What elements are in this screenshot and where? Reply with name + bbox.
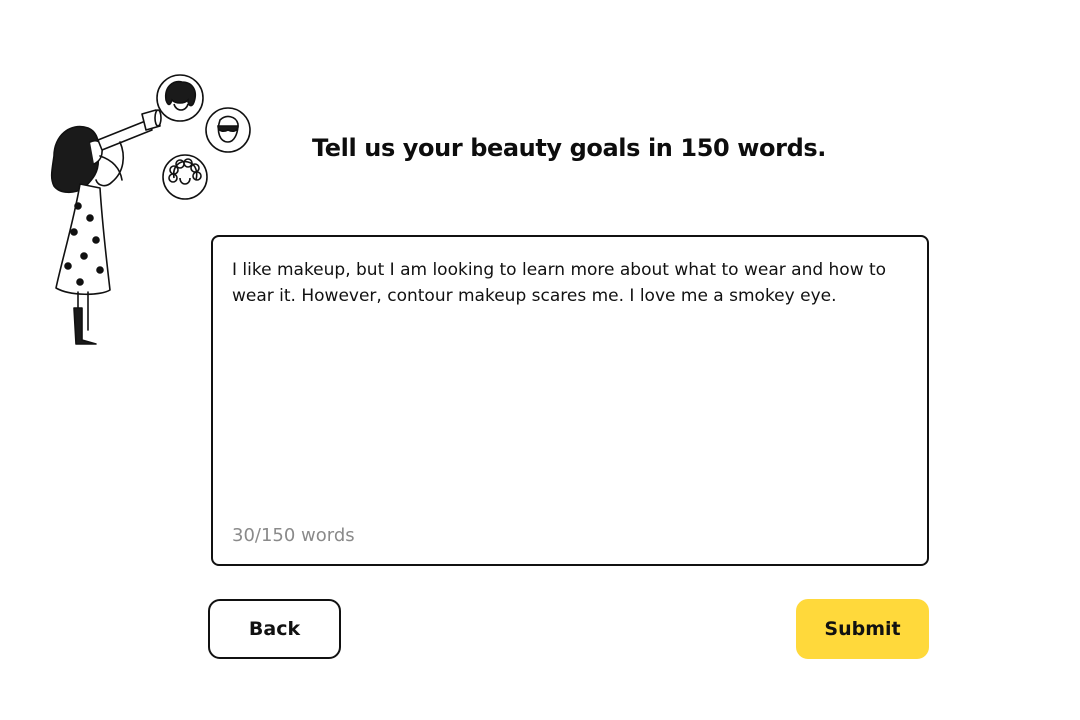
page-title: Tell us your beauty goals in 150 words.	[312, 134, 826, 162]
word-count: 30/150 words	[232, 525, 355, 546]
woman-with-telescope-icon	[50, 109, 162, 345]
short-hair-face-icon	[156, 74, 204, 122]
submit-button[interactable]: Submit	[796, 599, 929, 659]
beauty-goals-box: I like makeup, but I am looking to learn…	[211, 235, 929, 566]
beauty-goals-textarea[interactable]: I like makeup, but I am looking to learn…	[232, 257, 903, 507]
back-button[interactable]: Back	[208, 599, 341, 659]
curly-hair-face-icon	[162, 154, 208, 200]
